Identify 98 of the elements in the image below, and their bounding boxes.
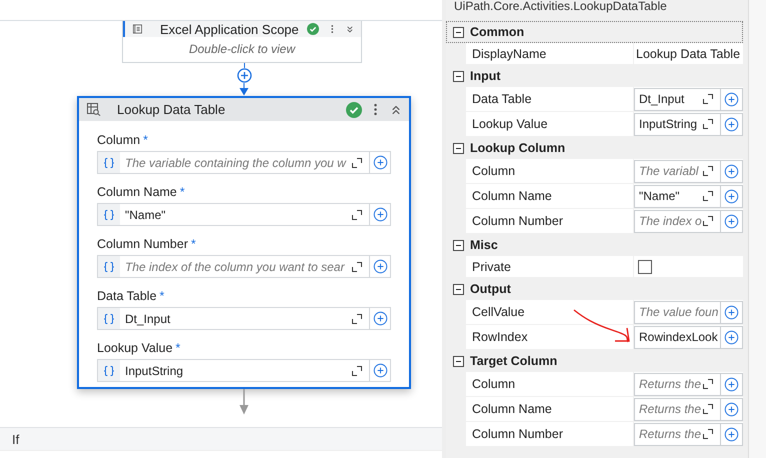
expand-icon[interactable]: [703, 429, 713, 439]
property-name: Private: [466, 256, 634, 277]
connector-arrow: [239, 83, 249, 96]
field-label: Column Name: [97, 185, 177, 199]
expand-icon[interactable]: [703, 379, 713, 389]
activity-card[interactable]: Excel Application Scope Double-click to view: [122, 21, 362, 63]
property-name: Column Name: [466, 184, 634, 208]
document-icon: [133, 23, 142, 35]
add-icon[interactable]: [724, 164, 739, 178]
expand-icon[interactable]: [703, 166, 713, 176]
expand-icon[interactable]: [352, 158, 362, 168]
activity-title: Excel Application Scope: [160, 22, 299, 36]
annotation-arrow-drawing: [572, 308, 632, 344]
property-name: Column Number: [466, 422, 634, 446]
required-mark: *: [160, 289, 164, 303]
argument-field[interactable]: Returns the: [634, 398, 721, 420]
collapse-icon[interactable]: [453, 284, 464, 294]
expand-icon[interactable]: [703, 94, 713, 104]
property-name: DisplayName: [466, 43, 634, 64]
add-icon[interactable]: [724, 402, 739, 416]
expression-field[interactable]: "Name": [97, 203, 391, 226]
expand-icon[interactable]: [703, 119, 713, 129]
required-mark: *: [180, 185, 185, 199]
argument-field[interactable]: "Name": [634, 184, 721, 208]
table-search-icon: [87, 103, 101, 116]
add-icon[interactable]: [724, 188, 739, 204]
collapse-icon[interactable]: [453, 142, 464, 154]
add-icon[interactable]: [372, 207, 388, 222]
field-label: Column: [97, 133, 140, 147]
activity-card[interactable]: Lookup Data Table Column * The variable containing the column you w Column Name * "Name" Column Number * The index of the column you want to sear Data Table * Dt_Input Lookup Value * InputString: [77, 96, 411, 389]
expand-icon[interactable]: [703, 216, 713, 226]
required-mark: *: [143, 133, 148, 147]
category-header[interactable]: Misc: [470, 238, 498, 252]
expression-field[interactable]: Dt_Input: [97, 307, 391, 330]
add-icon[interactable]: [724, 304, 739, 320]
add-icon[interactable]: [372, 311, 388, 326]
collapse-icon[interactable]: [453, 70, 464, 82]
add-icon[interactable]: [372, 363, 388, 378]
add-icon[interactable]: [372, 155, 388, 170]
field-label: Column Number: [97, 237, 188, 251]
add-icon[interactable]: [724, 92, 739, 106]
expression-field[interactable]: The index of the column you want to sear: [97, 255, 391, 278]
braces-icon: [103, 260, 115, 272]
add-activity-icon[interactable]: [236, 68, 252, 83]
category-header[interactable]: Output: [470, 282, 511, 296]
field-label: Data Table: [97, 289, 157, 303]
property-name: CellValue: [466, 300, 634, 324]
activity-title: Lookup Data Table: [117, 102, 226, 117]
argument-field[interactable]: RowindexLook: [634, 326, 721, 348]
property-value[interactable]: Lookup Data Table: [634, 46, 740, 60]
property-name: RowIndex: [466, 325, 634, 349]
category-header[interactable]: Target Column: [470, 354, 558, 368]
argument-field[interactable]: Dt_Input: [634, 88, 721, 110]
property-name: Column Name: [466, 397, 634, 421]
required-mark: *: [191, 237, 196, 251]
field-label: Lookup Value: [97, 341, 173, 355]
argument-field[interactable]: The index o: [634, 210, 721, 232]
required-mark: *: [176, 341, 180, 355]
panel-title: UiPath.Core.Activities.LookupDataTable: [453, 0, 668, 15]
expand-icon[interactable]: [352, 366, 362, 376]
add-icon[interactable]: [724, 426, 739, 442]
category-header[interactable]: Input: [470, 69, 501, 83]
add-icon[interactable]: [724, 330, 739, 344]
braces-icon: [103, 312, 115, 324]
argument-field[interactable]: The variabl: [634, 160, 721, 182]
argument-field[interactable]: The value foun: [634, 300, 721, 324]
braces-icon: [103, 156, 115, 168]
expand-icon[interactable]: [352, 262, 362, 272]
expand-icon[interactable]: [352, 314, 362, 324]
property-name: Column: [466, 159, 634, 183]
property-name: Column: [466, 372, 634, 396]
argument-field[interactable]: InputString: [634, 112, 721, 136]
collapse-icon[interactable]: [453, 26, 464, 38]
expression-field[interactable]: InputString: [97, 359, 391, 382]
braces-icon: [103, 364, 115, 376]
activity-title: If: [12, 432, 20, 446]
checkbox[interactable]: [638, 260, 652, 274]
add-icon[interactable]: [372, 259, 388, 274]
argument-field[interactable]: Returns the: [634, 422, 721, 446]
property-name: Lookup Value: [466, 112, 634, 136]
activity-header[interactable]: If: [0, 427, 442, 451]
braces-icon: [103, 208, 115, 220]
add-icon[interactable]: [724, 116, 739, 132]
add-icon[interactable]: [724, 376, 739, 392]
expand-icon[interactable]: [703, 191, 713, 201]
argument-field[interactable]: Returns the: [634, 372, 721, 396]
activity-hint: Double-click to view: [188, 41, 296, 58]
connector-arrow: [239, 389, 249, 415]
collapse-icon[interactable]: [453, 240, 464, 250]
add-icon[interactable]: [724, 214, 739, 228]
property-name: Data Table: [466, 87, 634, 111]
expression-field[interactable]: The variable containing the column you w: [97, 151, 391, 174]
expand-icon[interactable]: [352, 210, 362, 220]
collapse-icon[interactable]: [453, 356, 464, 366]
expand-icon[interactable]: [703, 404, 713, 414]
category-header[interactable]: Lookup Column: [470, 141, 566, 155]
category-header[interactable]: Common: [470, 25, 524, 39]
property-name: Column Number: [466, 209, 634, 233]
